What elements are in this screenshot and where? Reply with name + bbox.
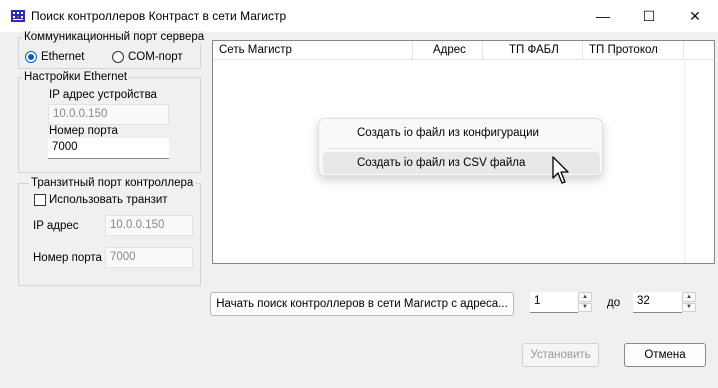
radio-com-port[interactable] xyxy=(112,51,124,63)
device-ip-label: IP адрес устройства xyxy=(49,89,157,101)
port-number-field[interactable]: 7000 xyxy=(48,138,169,159)
list-header: Сеть Магистр Адрес ТП ФАБЛ ТП Протокол xyxy=(213,41,714,60)
transit-port-field[interactable]: 7000 xyxy=(105,247,193,268)
search-from-input[interactable]: 1 xyxy=(530,292,578,313)
column-header-address[interactable]: Адрес xyxy=(413,41,483,59)
app-icon xyxy=(11,10,25,22)
column-header-tp-fabl[interactable]: ТП ФАБЛ xyxy=(483,41,583,59)
search-to-spinner[interactable]: ▲ ▼ xyxy=(682,292,696,313)
close-button[interactable]: ✕ xyxy=(672,0,718,32)
start-search-button[interactable]: Начать поиск контроллеров в сети Магистр… xyxy=(210,292,514,316)
server-port-group-label: Коммуникационный порт сервера xyxy=(22,31,207,44)
menu-separator xyxy=(327,148,594,149)
radio-com-port-label[interactable]: COM-порт xyxy=(128,50,183,64)
menu-item-create-from-config[interactable]: Создать io файл из конфигурации xyxy=(323,122,600,144)
ethernet-settings-group-label: Настройки Ethernet xyxy=(22,71,130,84)
minimize-button[interactable]: — xyxy=(580,0,626,32)
transit-ip-field[interactable]: 10.0.0.150 xyxy=(105,215,193,236)
mouse-cursor-icon xyxy=(552,156,569,184)
search-to-label: до xyxy=(607,297,621,309)
radio-com-port-indicator[interactable] xyxy=(112,51,124,63)
radio-ethernet[interactable] xyxy=(25,51,37,63)
column-header-network[interactable]: Сеть Магистр xyxy=(213,41,413,59)
device-ip-field[interactable]: 10.0.0.150 xyxy=(48,104,169,125)
radio-ethernet-label[interactable]: Ethernet xyxy=(41,50,84,64)
cancel-button[interactable]: Отмена xyxy=(624,343,706,367)
maximize-button[interactable]: ☐ xyxy=(626,0,672,32)
search-to-input[interactable]: 32 xyxy=(633,292,682,313)
use-transit-checkbox[interactable] xyxy=(34,194,46,206)
search-from-spinner[interactable]: ▲ ▼ xyxy=(578,292,592,313)
window-title: Поиск контроллеров Контраст в сети Магис… xyxy=(31,9,287,23)
column-divider xyxy=(684,59,685,263)
spin-up-icon[interactable]: ▲ xyxy=(682,292,696,302)
spin-down-icon[interactable]: ▼ xyxy=(682,302,696,312)
use-transit-label[interactable]: Использовать транзит xyxy=(49,193,168,207)
column-header-tp-protocol[interactable]: ТП Протокол xyxy=(583,41,684,59)
install-button[interactable]: Установить xyxy=(522,343,599,367)
spin-down-icon[interactable]: ▼ xyxy=(578,302,592,312)
transit-port-label: Номер порта xyxy=(33,252,102,264)
radio-ethernet-indicator[interactable] xyxy=(25,51,37,63)
transit-port-group-label: Транзитный порт контроллера xyxy=(29,177,196,190)
port-number-label: Номер порта xyxy=(49,125,118,137)
spin-up-icon[interactable]: ▲ xyxy=(578,292,592,302)
transit-ip-label: IP адрес xyxy=(33,220,79,232)
